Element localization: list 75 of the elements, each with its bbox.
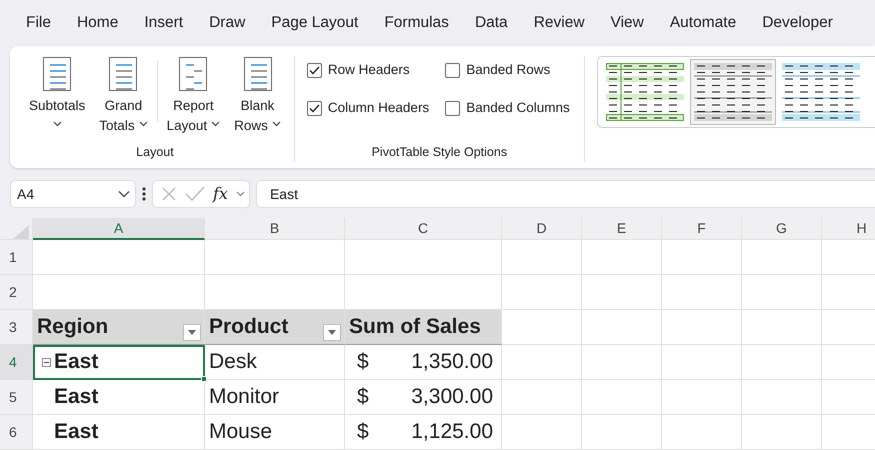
document-icon: [42, 56, 72, 92]
menu-tab[interactable]: Draw: [209, 11, 246, 35]
column-header[interactable]: F: [662, 218, 742, 240]
menu-tab[interactable]: Data: [474, 11, 508, 35]
ribbon-button[interactable]: Subtotals: [26, 56, 88, 136]
document-icon: [178, 56, 208, 92]
chevron-down-icon: [52, 121, 62, 127]
cell-text: East: [54, 419, 98, 446]
row-number[interactable]: 6: [0, 415, 33, 450]
filter-button[interactable]: [183, 324, 201, 341]
column-header[interactable]: G: [742, 218, 822, 240]
column-header[interactable]: H: [822, 218, 875, 240]
currency-symbol: $: [357, 349, 369, 376]
table-style-thumbnail[interactable]: [690, 59, 776, 125]
more-icon[interactable]: [142, 186, 146, 202]
collapse-icon[interactable]: [42, 358, 51, 366]
header-label: Product: [209, 314, 288, 340]
chevron-down-icon: [211, 121, 220, 127]
name-box[interactable]: A4: [10, 180, 136, 208]
column-header[interactable]: D: [502, 218, 582, 240]
formula-field[interactable]: East: [256, 180, 875, 208]
check-icon[interactable]: [185, 186, 205, 202]
insert-function-button[interactable]: fx: [213, 182, 228, 206]
checkmark-icon: [308, 66, 320, 75]
row-number[interactable]: 2: [0, 275, 33, 310]
menu-tab[interactable]: Review: [534, 11, 585, 35]
filter-button[interactable]: [323, 324, 341, 341]
cell-text: Monitor: [209, 384, 280, 410]
document-icon: [242, 56, 272, 92]
currency-symbol: $: [357, 384, 369, 410]
checkbox[interactable]: Row Headers: [306, 60, 430, 80]
menu-tab[interactable]: Developer: [762, 11, 833, 35]
ribbon-button[interactable]: Report Layout: [164, 56, 224, 136]
ribbon-button[interactable]: Grand Totals: [96, 56, 151, 136]
chevron-down-icon: [138, 121, 148, 127]
group-label: Layout: [135, 144, 175, 162]
cell-text: 3,300.00: [411, 384, 493, 410]
chevron-down-icon[interactable]: [236, 191, 245, 197]
cell-text: 1,350.00: [411, 349, 493, 376]
group-label: PivotTable Style Options: [370, 144, 508, 162]
header-label: Sum of Sales: [349, 314, 481, 340]
selected-cell[interactable]: East: [33, 345, 205, 380]
checkbox[interactable]: Column Headers: [306, 98, 430, 118]
menu-tab[interactable]: Automate: [670, 11, 736, 35]
menu-tab[interactable]: Page Layout: [271, 11, 358, 35]
menu-tab[interactable]: Formulas: [384, 11, 449, 35]
column-header[interactable]: B: [205, 218, 345, 240]
row-number[interactable]: 1: [0, 240, 33, 275]
cell-text: East: [54, 349, 98, 376]
chevron-down-icon: [272, 121, 281, 127]
column-header[interactable]: A: [33, 218, 205, 240]
checkmark-icon: [308, 104, 320, 113]
cell-text: Mouse: [209, 419, 272, 446]
cell-text: 1,125.00: [411, 419, 493, 446]
currency-symbol: $: [357, 419, 369, 446]
menu-tab[interactable]: Home: [76, 11, 118, 35]
chevron-down-icon: [118, 190, 130, 198]
menu-tab[interactable]: View: [610, 11, 644, 35]
menu-tab[interactable]: File: [26, 11, 51, 35]
document-icon: [108, 56, 138, 92]
row-number[interactable]: 5: [0, 380, 33, 415]
fill-handle[interactable]: [201, 376, 207, 382]
cell-text: Desk: [209, 349, 257, 376]
checkbox[interactable]: Banded Columns: [445, 98, 570, 118]
caret-icon: [328, 330, 336, 335]
checkbox[interactable]: Banded Rows: [445, 60, 570, 80]
column-header[interactable]: E: [582, 218, 662, 240]
menu-tab[interactable]: Insert: [144, 11, 184, 35]
column-header[interactable]: C: [345, 218, 502, 240]
ribbon-button[interactable]: Blank Rows: [231, 56, 284, 136]
caret-icon: [188, 330, 196, 335]
cell-text: East: [54, 384, 98, 410]
row-number[interactable]: 4: [0, 345, 33, 380]
header-label: Region: [37, 314, 108, 340]
row-number[interactable]: 3: [0, 310, 33, 345]
